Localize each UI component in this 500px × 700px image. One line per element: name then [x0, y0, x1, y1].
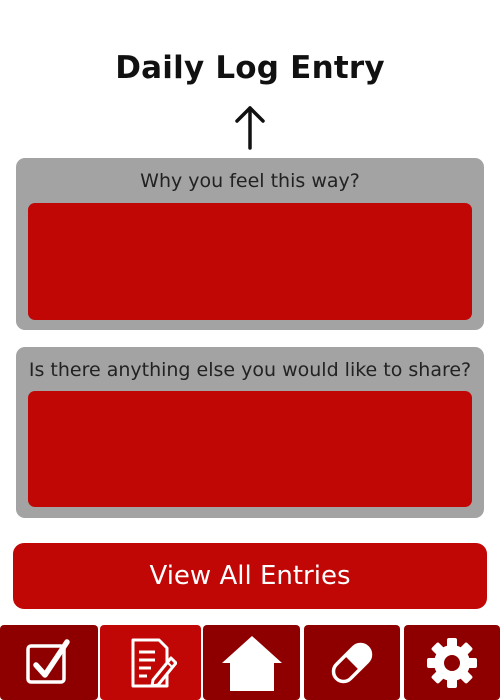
pill-icon [331, 642, 373, 683]
bottom-nav [0, 625, 500, 700]
page-title: Daily Log Entry [115, 50, 385, 86]
share-label: Is there anything else you would like to… [28, 359, 472, 381]
edit-document-icon [131, 638, 177, 687]
reason-input[interactable] [28, 203, 472, 320]
up-arrow-icon[interactable] [232, 102, 268, 150]
daily-log-screen: Daily Log Entry Why you feel this way? I… [0, 0, 500, 700]
checkbox-icon [26, 638, 70, 684]
nav-item-medication[interactable] [304, 625, 400, 700]
home-icon [221, 635, 282, 691]
gear-icon [427, 637, 477, 688]
share-card: Is there anything else you would like to… [16, 347, 484, 518]
nav-item-settings[interactable] [404, 625, 500, 700]
nav-item-home[interactable] [203, 625, 300, 700]
reason-label: Why you feel this way? [140, 170, 360, 192]
nav-item-checklist[interactable] [0, 625, 98, 700]
share-input[interactable] [28, 391, 472, 507]
reason-card: Why you feel this way? [16, 158, 484, 330]
nav-item-journal[interactable] [100, 625, 201, 700]
view-all-entries-button[interactable]: View All Entries [13, 543, 487, 609]
